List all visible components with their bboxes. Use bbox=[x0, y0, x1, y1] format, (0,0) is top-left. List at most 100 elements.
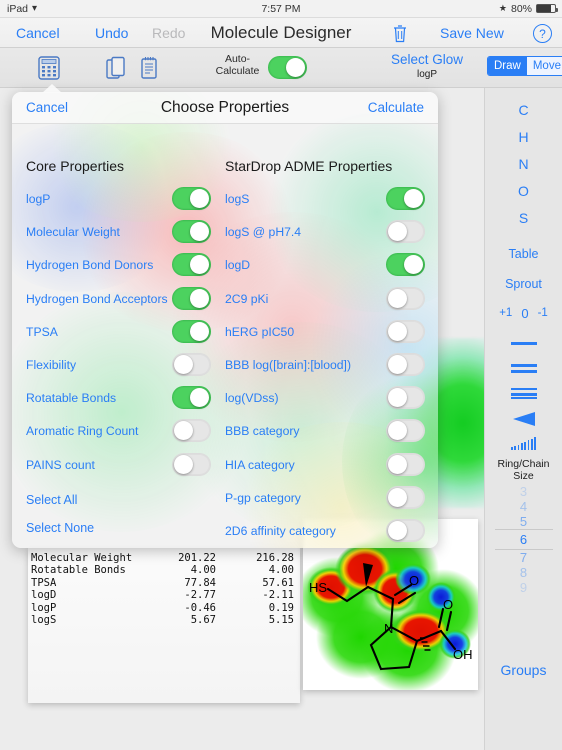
property-toggle-hia-category[interactable] bbox=[386, 452, 425, 476]
list-item[interactable]: BBB log([brain]:[blood]) bbox=[225, 352, 425, 385]
notes-icon[interactable] bbox=[140, 56, 158, 80]
calculator-icon[interactable] bbox=[38, 56, 60, 80]
app-root: iPad ▾ 7:57 PM ★ 80% Cancel Undo Redo Mo… bbox=[0, 0, 562, 750]
select-all-free-button[interactable]: Select All Free bbox=[26, 542, 107, 548]
ring-size-9[interactable]: 9 bbox=[495, 580, 553, 595]
property-toggle-tpsa[interactable] bbox=[172, 319, 211, 343]
element-button-c[interactable]: C bbox=[518, 96, 528, 123]
auto-calculate-toggle[interactable] bbox=[268, 56, 307, 79]
triple-bond-button[interactable] bbox=[510, 381, 537, 406]
ring-size-6-selected[interactable]: 6 bbox=[494, 529, 553, 550]
list-item[interactable]: Hydrogen Bond Acceptors bbox=[26, 286, 220, 319]
selection-actions: Select All Select None Select All Free bbox=[26, 486, 107, 548]
property-toggle-molecular-weight[interactable] bbox=[172, 220, 211, 244]
property-toggle-logp[interactable] bbox=[172, 187, 211, 210]
list-item[interactable]: P-gp category bbox=[225, 485, 425, 518]
save-new-button[interactable]: Save New bbox=[440, 18, 504, 48]
ring-size-8[interactable]: 8 bbox=[495, 565, 553, 580]
list-item[interactable]: PAINS count bbox=[26, 452, 220, 485]
list-item[interactable]: Molecular Weight bbox=[26, 219, 220, 252]
select-none-button[interactable]: Select None bbox=[26, 514, 107, 542]
tool-sidebar: C H N O S Table Sprout +1 0 -1 Ring/Chai… bbox=[484, 88, 562, 750]
property-toggle-2c9-pki[interactable] bbox=[386, 286, 425, 310]
element-button-h[interactable]: H bbox=[518, 123, 528, 150]
property-toggle-bbb-category[interactable] bbox=[386, 419, 425, 443]
list-item[interactable]: 2D6 affinity category bbox=[225, 518, 425, 548]
charge-zero-button[interactable]: 0 bbox=[521, 306, 528, 321]
mode-draw-button[interactable]: Draw bbox=[488, 57, 527, 75]
element-button-n[interactable]: N bbox=[518, 150, 528, 177]
property-toggle-logs[interactable] bbox=[386, 187, 425, 210]
row-value-2: 57.61 bbox=[262, 576, 294, 589]
row-value-2: 4.00 bbox=[268, 564, 294, 577]
groups-button[interactable]: Groups bbox=[501, 662, 547, 678]
sprout-button[interactable]: Sprout bbox=[505, 269, 542, 299]
list-item[interactable]: hERG pIC50 bbox=[225, 319, 425, 352]
property-toggle-bbb-log[interactable] bbox=[386, 352, 425, 376]
property-toggle-pains-count[interactable] bbox=[172, 452, 211, 476]
trash-icon[interactable] bbox=[392, 24, 408, 43]
charge-minus-one-button[interactable]: -1 bbox=[538, 307, 548, 319]
element-button-o[interactable]: O bbox=[518, 177, 529, 204]
list-item[interactable]: HIA category bbox=[225, 452, 425, 485]
list-item[interactable]: logD bbox=[225, 252, 425, 285]
single-bond-button[interactable] bbox=[510, 331, 537, 356]
list-item[interactable]: logS @ pH7.4 bbox=[225, 219, 425, 252]
core-properties-list: logP Molecular Weight Hydrogen Bond Dono… bbox=[26, 186, 220, 485]
select-all-button[interactable]: Select All bbox=[26, 486, 107, 514]
select-glow-button[interactable]: Select Glow bbox=[377, 52, 477, 67]
periodic-table-button[interactable]: Table bbox=[509, 239, 539, 269]
property-label: 2C9 pKi bbox=[225, 291, 269, 306]
property-toggle-log-vdss[interactable] bbox=[386, 386, 425, 410]
ring-size-picker[interactable]: 3 4 5 6 7 8 9 bbox=[494, 484, 553, 595]
list-item[interactable]: TPSA bbox=[26, 319, 220, 352]
help-button[interactable]: ? bbox=[533, 24, 552, 43]
auto-calculate-label: Auto- Calculate bbox=[210, 53, 265, 77]
popover-calculate-button[interactable]: Calculate bbox=[368, 100, 424, 115]
charge-buttons[interactable]: +1 0 -1 bbox=[499, 299, 548, 327]
property-toggle-rotatable-bonds[interactable] bbox=[172, 386, 211, 410]
list-item[interactable]: 2C9 pKi bbox=[225, 286, 425, 319]
property-toggle-aromatic-ring-count[interactable] bbox=[172, 419, 211, 443]
mode-segmented-control[interactable]: Draw Move bbox=[487, 56, 562, 76]
ring-size-4[interactable]: 4 bbox=[495, 499, 553, 514]
ring-size-3[interactable]: 3 bbox=[495, 484, 553, 499]
list-item[interactable]: log(VDss) bbox=[225, 385, 425, 418]
mode-move-button[interactable]: Move bbox=[526, 57, 562, 75]
double-bond-button[interactable] bbox=[510, 356, 537, 381]
property-toggle-herg-pic50[interactable] bbox=[386, 319, 425, 343]
ring-chain-size-label: Ring/Chain Size bbox=[498, 458, 550, 482]
table-row: Molecular Weight 201.22 216.28 bbox=[31, 552, 294, 564]
popover-arrow bbox=[42, 84, 62, 93]
property-toggle-logd[interactable] bbox=[386, 253, 425, 277]
ring-size-7[interactable]: 7 bbox=[495, 550, 553, 565]
list-item[interactable]: Flexibility bbox=[26, 352, 220, 385]
property-toggle-flexibility[interactable] bbox=[172, 352, 211, 376]
property-toggle-2d6-affinity-category[interactable] bbox=[386, 518, 425, 542]
hash-bond-button[interactable] bbox=[511, 431, 536, 456]
list-item[interactable]: Hydrogen Bond Donors bbox=[26, 252, 220, 285]
charge-plus-one-button[interactable]: +1 bbox=[499, 307, 512, 319]
table-row: logP -0.46 0.19 bbox=[31, 602, 294, 614]
list-item[interactable]: logS bbox=[225, 186, 425, 219]
popover-header: Cancel Choose Properties Calculate bbox=[12, 92, 438, 124]
property-toggle-logs-ph74[interactable] bbox=[386, 220, 425, 244]
ring-size-5[interactable]: 5 bbox=[495, 514, 553, 529]
property-label: Molecular Weight bbox=[26, 225, 120, 240]
list-item[interactable]: Rotatable Bonds bbox=[26, 385, 220, 418]
list-item[interactable]: BBB category bbox=[225, 418, 425, 451]
pages-icon[interactable] bbox=[106, 56, 126, 80]
list-item[interactable]: logP bbox=[26, 186, 220, 219]
row-value-2: -2.11 bbox=[262, 589, 294, 602]
list-item[interactable]: Aromatic Ring Count bbox=[26, 418, 220, 451]
property-toggle-hbd[interactable] bbox=[172, 253, 211, 277]
property-toggle-hba[interactable] bbox=[172, 286, 211, 310]
wedge-bond-button[interactable] bbox=[512, 406, 535, 431]
adme-properties-list: logS logS @ pH7.4 logD 2C9 pKi hERG pIC5… bbox=[225, 186, 425, 548]
table-row: logD -2.77 -2.11 bbox=[31, 589, 294, 601]
element-button-s[interactable]: S bbox=[519, 204, 528, 231]
property-toggle-pgp-category[interactable] bbox=[386, 485, 425, 509]
property-label: HIA category bbox=[225, 457, 295, 472]
bluetooth-icon: ★ bbox=[498, 3, 507, 13]
row-value-1: 5.67 bbox=[190, 614, 216, 627]
